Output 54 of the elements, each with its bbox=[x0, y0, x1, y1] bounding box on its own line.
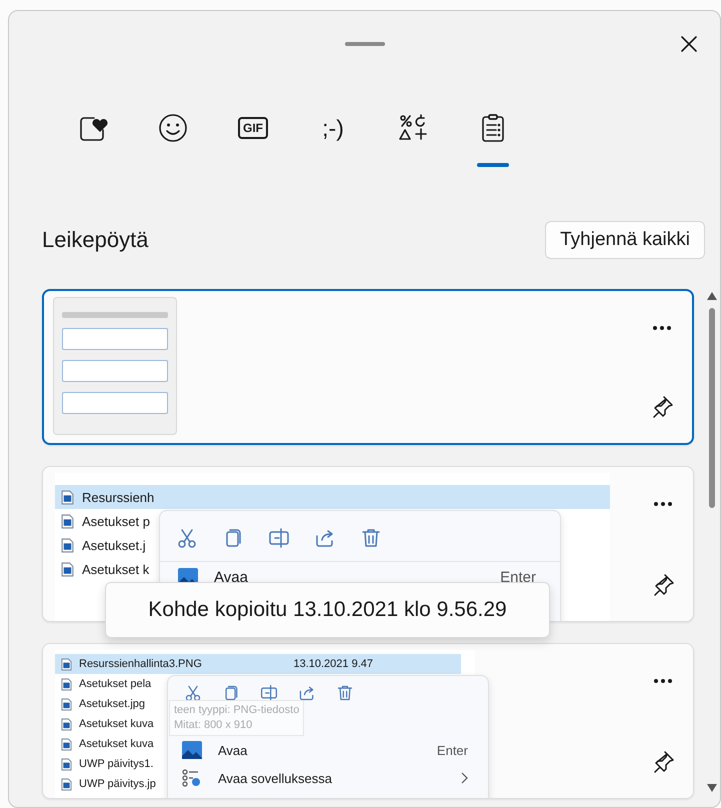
rename-icon[interactable] bbox=[268, 527, 290, 549]
cut-icon[interactable] bbox=[176, 527, 198, 549]
file-name: UWP päivitys1. bbox=[79, 758, 154, 770]
drag-handle[interactable] bbox=[344, 42, 384, 46]
apps-list-icon bbox=[182, 769, 202, 787]
kaomoji-tab[interactable]: ;-) bbox=[293, 76, 373, 176]
image-file-icon bbox=[61, 538, 74, 552]
section-title: Leikepöytä bbox=[42, 227, 148, 253]
clipboard-item[interactable] bbox=[42, 289, 694, 445]
file-name: Asetukset pela bbox=[79, 678, 152, 690]
clear-all-button[interactable]: Tyhjennä kaikki bbox=[545, 221, 705, 259]
more-icon[interactable] bbox=[653, 678, 674, 684]
more-icon[interactable] bbox=[652, 325, 672, 331]
more-icon[interactable] bbox=[653, 501, 674, 507]
cut-icon[interactable] bbox=[184, 684, 202, 702]
tooltip: Kohde kopioitu 13.10.2021 klo 9.56.29 bbox=[105, 582, 550, 638]
picture-icon bbox=[182, 741, 202, 759]
tooltip-text: Mitat: 800 x 910 bbox=[174, 718, 254, 733]
file-name: Resurssienh bbox=[82, 490, 154, 504]
gif-label: GIF bbox=[238, 117, 268, 139]
chevron-right-icon bbox=[460, 772, 468, 784]
file-name: Resurssienhallinta3.PNG bbox=[79, 658, 202, 670]
file-name: UWP päivitys.jp bbox=[79, 778, 156, 790]
file-name: Asetukset kuva bbox=[79, 718, 154, 730]
smiley-icon bbox=[157, 112, 189, 144]
menu-item[interactable]: Avaa Enter bbox=[168, 736, 488, 764]
image-file-icon bbox=[61, 490, 74, 504]
share-icon[interactable] bbox=[298, 684, 316, 702]
file-name: Asetukset.j bbox=[82, 538, 146, 552]
scroll-down-icon[interactable] bbox=[707, 784, 718, 792]
kaomoji-label: ;-) bbox=[322, 114, 344, 142]
image-file-icon bbox=[61, 678, 72, 690]
image-file-icon bbox=[61, 718, 72, 730]
image-file-icon bbox=[61, 778, 72, 790]
file-name: Asetukset p bbox=[82, 514, 150, 528]
scrollbar-thumb[interactable] bbox=[709, 308, 716, 508]
image-file-icon bbox=[61, 758, 72, 770]
image-file-icon bbox=[61, 514, 74, 528]
scroll-up-icon[interactable] bbox=[707, 292, 718, 300]
gif-tab[interactable]: GIF bbox=[213, 76, 293, 176]
file-date: 13.10.2021 9.47 bbox=[293, 658, 374, 670]
menu-item[interactable]: Avaa sovelluksessa bbox=[168, 764, 488, 792]
tooltip-text: teen tyyppi: PNG-tiedosto bbox=[174, 703, 300, 718]
file-name: Asetukset.jpg bbox=[79, 698, 146, 710]
delete-icon[interactable] bbox=[336, 684, 354, 702]
close-icon[interactable] bbox=[680, 35, 698, 53]
image-file-icon bbox=[61, 738, 72, 750]
image-file-icon bbox=[61, 562, 74, 576]
file-name: Asetukset k bbox=[82, 562, 150, 576]
delete-icon[interactable] bbox=[360, 527, 382, 549]
image-file-icon bbox=[61, 698, 72, 710]
image-file-icon bbox=[61, 658, 72, 670]
file-name: Asetukset kuva bbox=[79, 738, 154, 750]
rename-icon[interactable] bbox=[260, 684, 278, 702]
